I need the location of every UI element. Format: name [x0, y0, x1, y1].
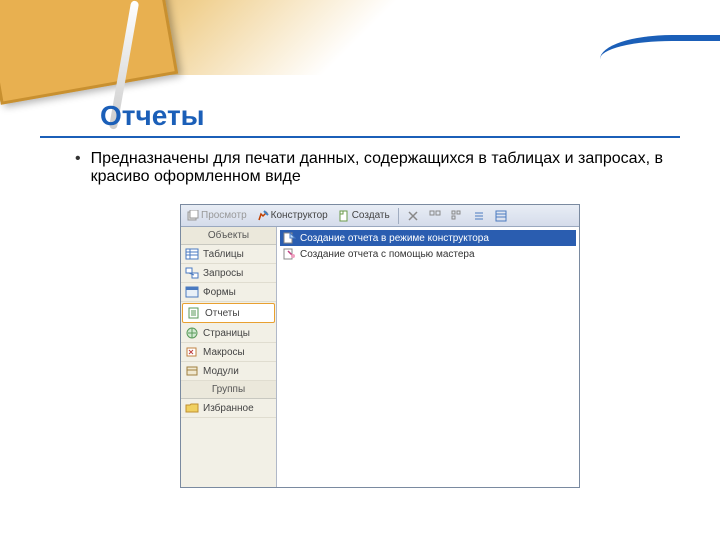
- row-label: Создание отчета в режиме конструктора: [300, 233, 489, 244]
- module-icon: [185, 365, 199, 377]
- bullet-point: • Предназначены для печати данных, содер…: [40, 150, 680, 186]
- page-icon: [185, 327, 199, 339]
- body-area: Объекты Таблицы Запросы Формы Отчеты: [181, 227, 579, 487]
- objects-sidebar: Объекты Таблицы Запросы Формы Отчеты: [181, 227, 277, 487]
- query-icon: [185, 267, 199, 279]
- view-small-button[interactable]: [447, 207, 467, 225]
- objects-header: Объекты: [181, 227, 276, 245]
- slide-content: Отчеты • Предназначены для печати данных…: [0, 100, 720, 540]
- row-label: Создание отчета с помощью мастера: [300, 249, 475, 260]
- create-icon: [338, 210, 350, 222]
- macro-icon: [185, 346, 199, 358]
- sidebar-item-favorites[interactable]: Избранное: [181, 399, 276, 418]
- wizard-wand-icon: [282, 247, 296, 261]
- sidebar-item-reports[interactable]: Отчеты: [182, 303, 275, 323]
- designer-icon: [257, 210, 269, 222]
- toolbar-divider: [398, 208, 399, 224]
- form-icon: [185, 286, 199, 298]
- sidebar-item-modules[interactable]: Модули: [181, 362, 276, 381]
- create-report-wizard-row[interactable]: Создание отчета с помощью мастера: [280, 246, 576, 262]
- view-list-button[interactable]: [469, 207, 489, 225]
- sidebar-label: Макросы: [203, 347, 245, 358]
- sidebar-item-tables[interactable]: Таблицы: [181, 245, 276, 264]
- notebook-image: [0, 0, 178, 105]
- sidebar-label: Модули: [203, 366, 239, 377]
- preview-icon: [187, 210, 199, 222]
- toolbar: Просмотр Конструктор Создать: [181, 205, 579, 227]
- main-pane: Создание отчета в режиме конструктора Со…: [277, 227, 579, 487]
- wizard-icon: [282, 231, 296, 245]
- create-button[interactable]: Создать: [334, 207, 394, 225]
- small-icons-icon: [451, 210, 463, 222]
- bullet-marker: •: [75, 150, 81, 168]
- groups-header: Группы: [181, 381, 276, 399]
- preview-label: Просмотр: [201, 210, 247, 221]
- sidebar-label: Формы: [203, 287, 236, 298]
- access-window: Просмотр Конструктор Создать: [180, 204, 580, 488]
- sidebar-item-queries[interactable]: Запросы: [181, 264, 276, 283]
- create-label: Создать: [352, 210, 390, 221]
- sidebar-label: Таблицы: [203, 249, 244, 260]
- sidebar-item-forms[interactable]: Формы: [181, 283, 276, 302]
- report-icon: [187, 307, 201, 319]
- sidebar-label: Запросы: [203, 268, 243, 279]
- details-icon: [495, 210, 507, 222]
- bullet-text: Предназначены для печати данных, содержа…: [91, 150, 680, 186]
- create-report-designer-row[interactable]: Создание отчета в режиме конструктора: [280, 230, 576, 246]
- folder-icon: [185, 402, 199, 414]
- sidebar-item-macros[interactable]: Макросы: [181, 343, 276, 362]
- sidebar-label: Отчеты: [205, 308, 240, 319]
- sidebar-label: Избранное: [203, 403, 254, 414]
- list-icon: [473, 210, 485, 222]
- delete-icon: [407, 210, 419, 222]
- slide-title: Отчеты: [40, 100, 680, 138]
- sidebar-label: Страницы: [203, 328, 250, 339]
- sidebar-item-pages[interactable]: Страницы: [181, 324, 276, 343]
- view-large-button[interactable]: [425, 207, 445, 225]
- delete-button[interactable]: [403, 207, 423, 225]
- table-icon: [185, 248, 199, 260]
- large-icons-icon: [429, 210, 441, 222]
- view-details-button[interactable]: [491, 207, 511, 225]
- designer-label: Конструктор: [271, 210, 328, 221]
- preview-button[interactable]: Просмотр: [183, 207, 251, 225]
- designer-button[interactable]: Конструктор: [253, 207, 332, 225]
